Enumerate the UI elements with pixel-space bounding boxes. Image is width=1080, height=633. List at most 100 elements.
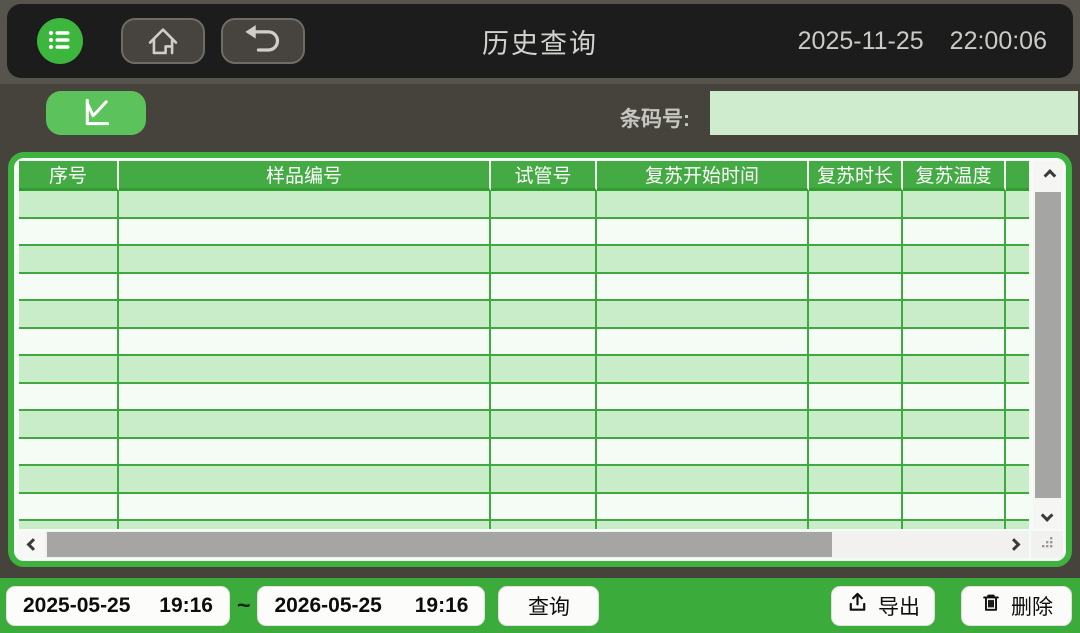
range-start-date: 2025-05-25	[23, 594, 130, 618]
scroll-down-button[interactable]	[1033, 501, 1063, 529]
back-button[interactable]	[221, 18, 305, 64]
column-header-4[interactable]: 复苏开始时间	[597, 161, 809, 191]
export-button[interactable]: 导出	[831, 586, 935, 626]
column-header-2[interactable]: 样品编号	[119, 161, 491, 191]
menu-button[interactable]	[37, 18, 83, 64]
horizontal-scrollbar[interactable]	[17, 531, 1029, 558]
table-cell	[903, 439, 1006, 465]
table-cell	[597, 521, 809, 529]
trash-icon	[980, 591, 1002, 620]
chevron-left-icon	[26, 538, 39, 551]
column-header-6[interactable]: 复苏温度	[903, 161, 1006, 191]
table-cell	[809, 301, 903, 327]
table-cell	[903, 521, 1006, 529]
vertical-scrollbar-thumb[interactable]	[1035, 192, 1061, 498]
range-separator: ~	[237, 592, 250, 619]
table-cell	[491, 219, 597, 245]
barcode-label: 条码号:	[620, 103, 690, 133]
query-button[interactable]: 查询	[498, 586, 599, 626]
scroll-right-button[interactable]	[1001, 531, 1029, 558]
table-row[interactable]	[19, 521, 1029, 529]
scroll-left-button[interactable]	[17, 531, 45, 558]
table-cell	[903, 274, 1006, 300]
table-cell	[597, 191, 809, 217]
clock: 2025-11-25 22:00:06	[798, 27, 1047, 56]
scrollbar-corner[interactable]	[1031, 531, 1063, 558]
table-cell-spacer	[1006, 274, 1029, 300]
table-cell	[903, 384, 1006, 410]
table-row[interactable]	[19, 494, 1029, 522]
table-cell	[119, 439, 491, 465]
table-cell	[809, 384, 903, 410]
table-row[interactable]	[19, 439, 1029, 467]
table-cell-spacer	[1006, 466, 1029, 492]
table-cell	[597, 274, 809, 300]
table-cell	[119, 274, 491, 300]
table-row[interactable]	[19, 191, 1029, 219]
table-cell	[809, 191, 903, 217]
table-cell	[597, 329, 809, 355]
table-cell	[597, 384, 809, 410]
table-row[interactable]	[19, 411, 1029, 439]
home-button[interactable]	[121, 18, 205, 64]
table-cell	[809, 356, 903, 382]
column-header-3[interactable]: 试管号	[491, 161, 597, 191]
table-cell	[119, 411, 491, 437]
table-cell	[19, 356, 119, 382]
table-cell	[809, 274, 903, 300]
scroll-up-button[interactable]	[1033, 161, 1063, 189]
table-cell	[19, 329, 119, 355]
chart-view-button[interactable]	[46, 91, 146, 135]
column-header-5[interactable]: 复苏时长	[809, 161, 903, 191]
table-cell	[19, 439, 119, 465]
table-cell	[19, 466, 119, 492]
chevron-up-icon	[1043, 169, 1056, 182]
table-cell	[597, 411, 809, 437]
table-cell	[491, 521, 597, 529]
table-cell	[19, 521, 119, 529]
table-row[interactable]	[19, 329, 1029, 357]
top-bar-inner: 历史查询 2025-11-25 22:00:06	[7, 4, 1073, 78]
table-row[interactable]	[19, 466, 1029, 494]
table-cell	[809, 411, 903, 437]
range-start-field[interactable]: 2025-05-25 19:16	[6, 586, 230, 626]
table-row[interactable]	[19, 246, 1029, 274]
table-cell	[119, 466, 491, 492]
table-cell	[903, 246, 1006, 272]
table-cell	[903, 329, 1006, 355]
table-cell	[903, 411, 1006, 437]
range-end-field[interactable]: 2026-05-25 19:16	[257, 586, 485, 626]
table-cell	[19, 191, 119, 217]
table-cell	[597, 494, 809, 520]
barcode-input[interactable]	[710, 91, 1078, 135]
clock-date: 2025-11-25	[798, 27, 924, 56]
table-row[interactable]	[19, 219, 1029, 247]
table-header-row: 序号样品编号试管号复苏开始时间复苏时长复苏温度	[19, 161, 1029, 191]
table-cell	[809, 521, 903, 529]
table-cell	[491, 466, 597, 492]
table-row[interactable]	[19, 384, 1029, 412]
table-cell	[119, 301, 491, 327]
table-cell	[809, 219, 903, 245]
chevron-right-icon	[1007, 538, 1020, 551]
table-cell	[19, 274, 119, 300]
chevron-down-icon	[1040, 509, 1053, 522]
table-cell	[903, 301, 1006, 327]
table-cell	[597, 219, 809, 245]
table-cell-spacer	[1006, 384, 1029, 410]
back-arrow-icon	[241, 21, 285, 62]
table-cell	[19, 246, 119, 272]
export-button-label: 导出	[878, 591, 920, 621]
column-header-1[interactable]: 序号	[19, 161, 119, 191]
table-body	[19, 191, 1029, 529]
table-row[interactable]	[19, 356, 1029, 384]
table-cell	[903, 219, 1006, 245]
table-cell	[119, 384, 491, 410]
table-cell-spacer	[1006, 301, 1029, 327]
table-cell-spacer	[1006, 521, 1029, 529]
vertical-scrollbar[interactable]	[1033, 161, 1063, 529]
delete-button[interactable]: 删除	[961, 586, 1072, 626]
horizontal-scrollbar-thumb[interactable]	[47, 532, 832, 557]
table-row[interactable]	[19, 301, 1029, 329]
table-row[interactable]	[19, 274, 1029, 302]
